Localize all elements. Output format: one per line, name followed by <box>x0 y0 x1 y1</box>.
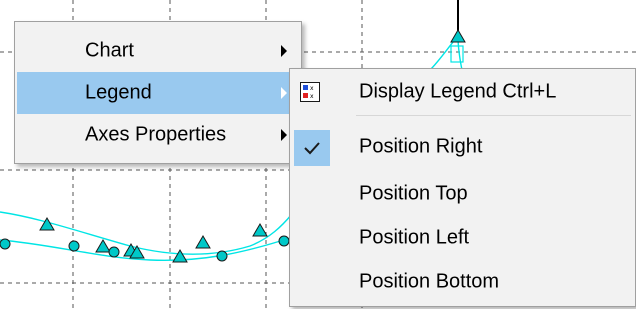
menu-item-label: Position Right <box>359 135 483 158</box>
svg-text:x: x <box>310 93 314 100</box>
menu-item-axes-properties[interactable]: Axes Properties <box>17 114 299 156</box>
menu-item-position-bottom[interactable]: Position Bottom <box>292 260 633 304</box>
chart-context-menu: Chart Legend Axes Properties <box>14 21 302 164</box>
menu-item-label: Position Left <box>359 226 470 249</box>
menu-item-label: Axes Properties <box>85 123 227 146</box>
menu-item-label: Position Top <box>359 182 468 205</box>
menu-item-label: Display Legend Ctrl+L <box>359 80 557 103</box>
menu-item-chart[interactable]: Chart <box>17 30 299 72</box>
menu-separator <box>356 115 631 116</box>
menu-item-display-legend[interactable]: x x Display Legend Ctrl+L <box>292 74 633 110</box>
menu-item-position-top[interactable]: Position Top <box>292 172 633 216</box>
legend-submenu: x x Display Legend Ctrl+L Position Right… <box>289 68 636 307</box>
menu-item-legend[interactable]: Legend <box>17 72 299 114</box>
submenu-arrow-icon <box>281 129 287 141</box>
menu-item-position-right[interactable]: Position Right <box>292 125 633 169</box>
svg-text:x: x <box>310 85 314 92</box>
menu-item-label: Chart <box>85 39 134 62</box>
checkmark-icon <box>294 130 330 166</box>
menu-item-label: Position Bottom <box>359 270 500 293</box>
submenu-arrow-icon <box>281 87 287 99</box>
menu-item-label: Legend <box>85 81 152 104</box>
submenu-arrow-icon <box>281 45 287 57</box>
menu-item-position-left[interactable]: Position Left <box>292 216 633 260</box>
chart-selected-marker-box <box>450 45 464 63</box>
legend-icon: x x <box>300 82 320 102</box>
